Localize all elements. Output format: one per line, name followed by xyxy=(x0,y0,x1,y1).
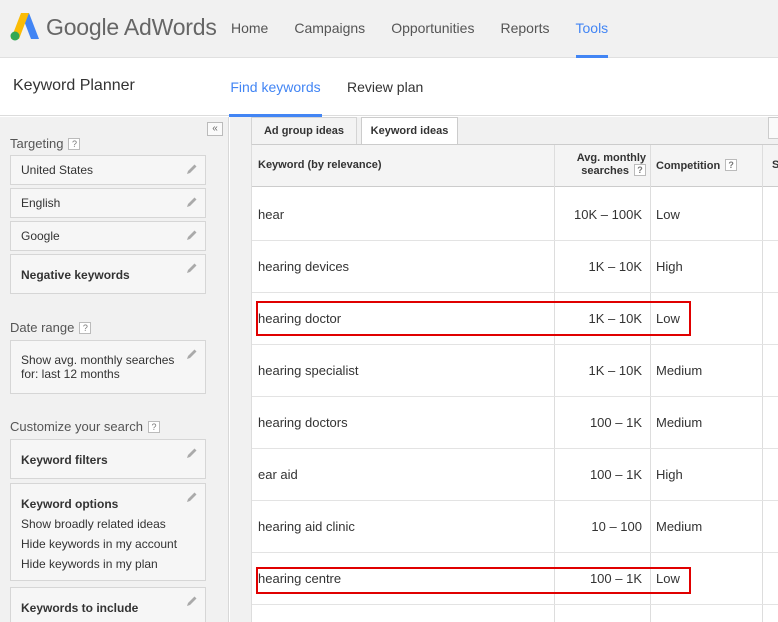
date-range-setting[interactable]: Show avg. monthly searches for: last 12 … xyxy=(10,340,206,394)
pencil-icon xyxy=(187,263,197,273)
competition-cell: Low xyxy=(656,207,680,222)
main-nav: Home Campaigns Opportunities Reports Too… xyxy=(218,0,622,59)
adwords-logo[interactable]: Google AdWords xyxy=(10,11,217,43)
keywords-include-setting[interactable]: Keywords to include xyxy=(10,587,206,622)
pencil-icon xyxy=(187,492,197,502)
nav-opportunities[interactable]: Opportunities xyxy=(378,0,487,58)
network-value: Google xyxy=(21,229,60,243)
keyword-option: Show broadly related ideas xyxy=(21,517,166,531)
tab-find-keywords[interactable]: Find keywords xyxy=(229,58,322,117)
nav-campaigns[interactable]: Campaigns xyxy=(281,0,378,58)
highlight-box xyxy=(256,301,691,336)
tab-keyword-ideas[interactable]: Keyword ideas xyxy=(361,117,458,145)
nav-home[interactable]: Home xyxy=(218,0,281,58)
table-header: Keyword (by relevance) Avg. monthly sear… xyxy=(252,145,778,187)
sidebar: « Targeting? United States English Googl… xyxy=(0,117,229,622)
column-avg-line1: Avg. monthly xyxy=(576,152,646,164)
keyword-table: Keyword (by relevance) Avg. monthly sear… xyxy=(251,144,778,622)
date-range-label: Date range xyxy=(10,320,75,335)
help-icon[interactable]: ? xyxy=(634,164,646,176)
column-next[interactable]: S xyxy=(772,159,778,171)
keyword-cell: hearing devices xyxy=(258,259,350,274)
competition-cell: High xyxy=(656,467,683,482)
nav-tools[interactable]: Tools xyxy=(563,0,622,59)
competition-cell: Medium xyxy=(656,415,703,430)
pencil-icon xyxy=(187,349,197,359)
date-range-line1: Show avg. monthly searches xyxy=(21,353,175,367)
date-range-line2: for: last 12 months xyxy=(21,367,120,381)
help-icon[interactable]: ? xyxy=(79,322,92,334)
logo-text: Google AdWords xyxy=(46,13,217,40)
pencil-icon xyxy=(187,197,197,207)
keyword-cell: hearing aid clinic xyxy=(258,519,355,534)
targeting-label: Targeting xyxy=(10,136,64,151)
page-title: Keyword Planner xyxy=(13,77,135,94)
competition-cell: Medium xyxy=(656,363,703,378)
avg-searches-cell: 1K – 10K xyxy=(588,363,643,378)
tab-review-plan[interactable]: Review plan xyxy=(347,58,423,116)
customize-label: Customize your search xyxy=(10,419,143,434)
pencil-icon xyxy=(187,596,197,606)
keyword-options-setting[interactable]: Keyword options Show broadly related ide… xyxy=(10,483,206,581)
column-avg-monthly[interactable]: Avg. monthly searches? xyxy=(552,152,646,177)
network-setting[interactable]: Google xyxy=(10,221,206,251)
table-row[interactable]: hearing aid clinic 10 – 100 Medium xyxy=(252,501,778,553)
keyword-option: Hide keywords in my plan xyxy=(21,557,158,571)
collapse-sidebar-button[interactable]: « xyxy=(207,122,223,136)
keyword-cell: hear xyxy=(258,207,285,222)
column-keyword[interactable]: Keyword (by relevance) xyxy=(258,159,382,171)
highlight-box xyxy=(256,567,691,594)
pencil-icon xyxy=(187,448,197,458)
location-setting[interactable]: United States xyxy=(10,155,206,185)
avg-searches-cell: 1K – 10K xyxy=(588,259,643,274)
table-row[interactable]: hearing specialist 1K – 10K Medium xyxy=(252,345,778,397)
avg-searches-cell: 100 – 1K xyxy=(589,467,642,482)
negative-keywords-setting[interactable]: Negative keywords xyxy=(10,254,206,294)
competition-cell: High xyxy=(656,259,683,274)
date-range-title: Date range? xyxy=(10,320,92,335)
table-row[interactable]: ear aid 100 – 1K High xyxy=(252,449,778,501)
planner-header: Keyword Planner Find keywords Review pla… xyxy=(0,58,778,117)
avg-searches-cell: 10K – 100K xyxy=(574,207,642,222)
keyword-filters-setting[interactable]: Keyword filters xyxy=(10,439,206,479)
help-icon[interactable]: ? xyxy=(147,421,160,433)
keywords-include-label: Keywords to include xyxy=(21,601,139,615)
column-competition[interactable]: Competition? xyxy=(656,159,738,172)
location-value: United States xyxy=(21,163,94,177)
avg-searches-cell: 10 – 100 xyxy=(591,519,642,534)
avg-searches-cell: 100 – 1K xyxy=(589,415,642,430)
pencil-icon xyxy=(187,164,197,174)
nav-reports[interactable]: Reports xyxy=(487,0,562,58)
keyword-filters-label: Keyword filters xyxy=(21,453,108,467)
tab-ad-group-ideas[interactable]: Ad group ideas xyxy=(251,117,357,144)
language-setting[interactable]: English xyxy=(10,188,206,218)
keyword-option: Hide keywords in my account xyxy=(21,537,178,551)
targeting-title: Targeting? xyxy=(10,136,81,151)
keyword-cell: hearing specialist xyxy=(258,363,359,378)
language-value: English xyxy=(21,196,61,210)
keyword-options-title: Keyword options xyxy=(21,497,119,511)
customize-title: Customize your search? xyxy=(10,419,160,434)
main-content: Ad group ideas Keyword ideas Keyword (by… xyxy=(230,117,778,622)
table-row[interactable]: hear 10K – 100K Low xyxy=(252,189,778,241)
table-row[interactable]: hearing doctors 100 – 1K Medium xyxy=(252,397,778,449)
keyword-cell: hearing doctors xyxy=(258,415,348,430)
competition-cell: Medium xyxy=(656,519,703,534)
adwords-logo-icon xyxy=(10,13,39,41)
download-button[interactable] xyxy=(768,117,778,139)
column-avg-line2: searches? xyxy=(552,164,646,177)
pencil-icon xyxy=(187,230,197,240)
keyword-cell: ear aid xyxy=(258,467,298,482)
top-bar: Google AdWords Home Campaigns Opportunit… xyxy=(0,0,778,59)
help-icon[interactable]: ? xyxy=(725,159,738,171)
help-icon[interactable]: ? xyxy=(68,138,81,150)
table-row[interactable]: hearing devices 1K – 10K High xyxy=(252,241,778,293)
negative-keywords-label: Negative keywords xyxy=(21,268,130,282)
